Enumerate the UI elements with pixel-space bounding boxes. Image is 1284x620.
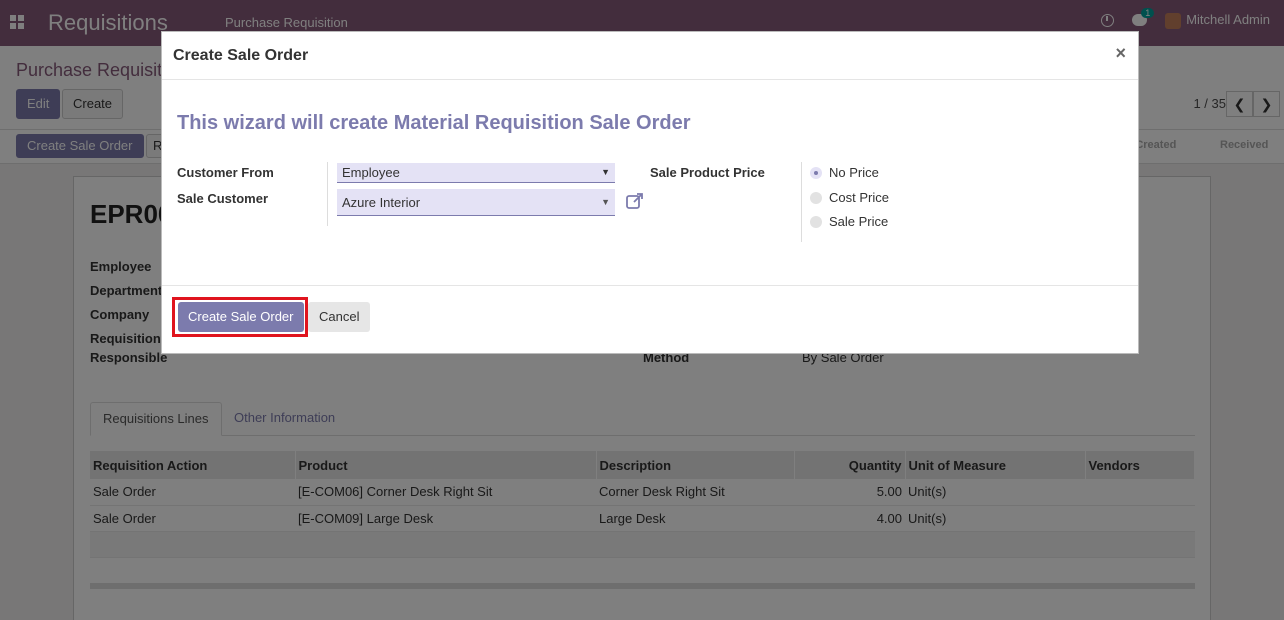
radio-button[interactable] <box>810 215 822 228</box>
close-icon[interactable]: × <box>1115 43 1126 64</box>
radio-no-price[interactable]: No Price <box>810 165 879 180</box>
customer-from-select[interactable]: Employee ▼ <box>337 163 615 183</box>
sale-customer-label: Sale Customer <box>177 191 269 206</box>
field-separator <box>327 162 328 226</box>
create-sale-order-button[interactable]: Create Sale Order <box>178 302 304 332</box>
sale-customer-value: Azure Interior <box>342 195 421 210</box>
radio-label: Sale Price <box>829 214 889 229</box>
modal-footer: Create Sale Order Cancel <box>162 285 1138 355</box>
radio-button-checked[interactable] <box>810 166 822 179</box>
radio-sale-price[interactable]: Sale Price <box>810 214 888 229</box>
radio-label: No Price <box>829 165 879 180</box>
chevron-down-icon: ▼ <box>601 197 610 207</box>
modal-title: Create Sale Order <box>173 47 309 64</box>
sale-product-price-label: Sale Product Price <box>650 165 765 180</box>
cancel-button[interactable]: Cancel <box>308 302 371 332</box>
external-link-icon[interactable] <box>625 191 645 211</box>
radio-cost-price[interactable]: Cost Price <box>810 190 889 205</box>
radio-label: Cost Price <box>829 190 889 205</box>
wizard-heading: This wizard will create Material Requisi… <box>177 112 691 134</box>
sale-customer-select[interactable]: Azure Interior ▼ <box>337 189 615 216</box>
create-sale-order-dialog: Create Sale Order × This wizard will cre… <box>161 31 1139 354</box>
customer-from-label: Customer From <box>177 165 274 180</box>
field-separator <box>801 162 802 242</box>
customer-from-value: Employee <box>342 165 400 180</box>
modal-header: Create Sale Order × <box>162 32 1138 80</box>
chevron-down-icon: ▼ <box>601 167 610 177</box>
radio-button[interactable] <box>810 191 822 204</box>
